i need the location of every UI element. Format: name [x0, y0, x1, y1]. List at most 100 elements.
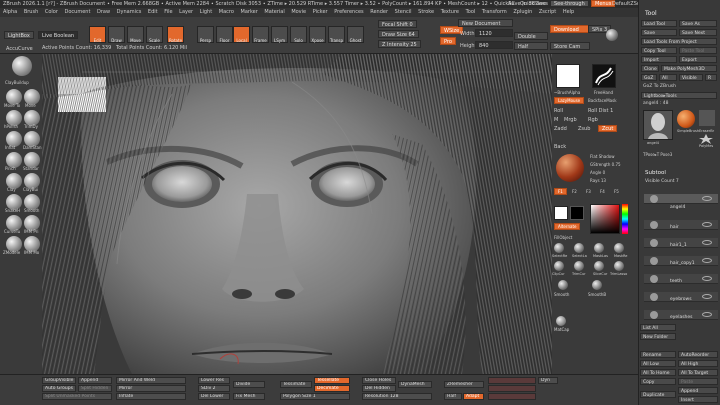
sculpt-face-render[interactable] [42, 54, 552, 374]
menu-transform[interactable]: Transform [482, 8, 507, 17]
make-polymesh-button[interactable]: Make PolyMesh3D [661, 65, 717, 72]
trimlasso-icon[interactable] [614, 261, 624, 271]
eye-icon[interactable] [702, 222, 712, 227]
current-tool-slider[interactable]: angel4 : 48 [643, 101, 668, 106]
menu-document[interactable]: Document [65, 8, 91, 17]
smoothb-icon[interactable] [592, 280, 602, 290]
copy-subtool-button[interactable]: Copy [640, 378, 676, 385]
autoreorder-button[interactable]: AutoReorder [678, 351, 718, 358]
move-mode-button[interactable]: Move [127, 26, 144, 43]
current-brush-icon[interactable] [12, 56, 32, 76]
back-toggle[interactable]: Back [554, 144, 566, 150]
frame-button[interactable]: Frame [252, 26, 269, 43]
subtool-row[interactable]: hair1_1 [644, 238, 718, 248]
menu-movie[interactable]: Movie [291, 8, 306, 17]
save-button[interactable]: Save [641, 29, 677, 36]
export-button[interactable]: Export [679, 56, 717, 63]
menu-texture[interactable]: Texture [441, 8, 459, 17]
simplebrush-thumbnail[interactable] [677, 110, 695, 128]
scale-mode-button[interactable]: Scale [146, 26, 163, 43]
zremesher-curve-slider[interactable] [488, 393, 536, 400]
angle-slider[interactable]: Angle 0 [590, 170, 605, 175]
mirror-and-weld-button[interactable]: Mirror And Weld [116, 377, 186, 384]
clone-button[interactable]: Clone [641, 65, 659, 72]
subtool-row[interactable]: teeth [644, 274, 718, 284]
menu-brush[interactable]: Brush [24, 8, 38, 17]
eraser-thumbnail[interactable] [699, 110, 715, 126]
pro-button[interactable]: Pro [440, 37, 456, 45]
menu-marker[interactable]: Marker [241, 8, 258, 17]
store-cam-button[interactable]: Store Cam [550, 42, 590, 50]
menu-stroke[interactable]: Stroke [418, 8, 434, 17]
rename-button[interactable]: Rename [640, 351, 676, 358]
f2-button[interactable]: F2 [572, 189, 577, 194]
rays-slider[interactable]: Rays 13 [590, 178, 606, 183]
eye-icon[interactable] [702, 312, 712, 317]
goz-r-button[interactable]: R [705, 74, 717, 81]
tessimate-button[interactable]: Tessimate [280, 381, 312, 388]
fix-mesh-button[interactable]: Fix Mesh [233, 393, 265, 400]
width-input[interactable]: 1120 [475, 29, 513, 37]
stroke-thumbnail[interactable] [592, 64, 616, 88]
goz-all-button[interactable]: All [659, 74, 677, 81]
all-to-target-button[interactable]: All To Target [678, 369, 718, 376]
zadd-toggle[interactable]: Zadd [554, 126, 567, 132]
local-button[interactable]: Local [233, 26, 250, 43]
half-button[interactable]: Half [514, 42, 548, 50]
import-button[interactable]: Import [641, 56, 677, 63]
split-hidden-button[interactable]: Split Hidden [78, 385, 112, 392]
live-boolean-button[interactable]: Live Boolean [38, 31, 79, 39]
current-tool-thumbnail[interactable] [643, 110, 673, 140]
polymesh-star-icon[interactable] [699, 134, 713, 144]
slicecurve-icon[interactable] [594, 261, 604, 271]
paste-tool-button[interactable]: Paste Tool [679, 47, 717, 54]
lower-res-button[interactable]: Lower Res [198, 377, 230, 384]
del-hidden-button[interactable]: Del Hidden [362, 385, 396, 392]
color-picker[interactable] [590, 204, 620, 234]
menu-preferences[interactable]: Preferences [334, 8, 363, 17]
insert-subtool-button[interactable]: Insert [678, 396, 718, 403]
groupvisible-button[interactable]: GroupVisible [42, 377, 76, 384]
close-holes-button[interactable]: Close Holes [362, 377, 396, 384]
material-sphere-icon[interactable] [556, 154, 584, 182]
secondary-color-swatch[interactable] [570, 206, 584, 220]
xpose-button[interactable]: Xpose [309, 26, 326, 43]
subtool-row[interactable]: hair [644, 220, 718, 230]
eye-icon[interactable] [702, 196, 712, 201]
m-toggle[interactable]: M [554, 117, 558, 123]
rotate-mode-button[interactable]: Rotate [167, 26, 184, 43]
subtool-row[interactable]: angel4 [644, 194, 718, 210]
zremesher-adaptive-slider[interactable] [488, 385, 536, 392]
lsym-button[interactable]: LSym [271, 26, 288, 43]
menu-render[interactable]: Render [370, 8, 388, 17]
selectlasso-icon[interactable] [574, 243, 584, 253]
new-folder-button[interactable]: New Folder [640, 333, 676, 340]
maskrect-icon[interactable] [614, 243, 624, 253]
eye-icon[interactable] [702, 240, 712, 245]
see-through-slider[interactable]: See-through [550, 0, 589, 7]
smooth-icon[interactable] [558, 280, 568, 290]
subtool-title[interactable]: Subtool [645, 170, 666, 176]
copy-tool-button[interactable]: Copy Tool [641, 47, 677, 54]
dyn-button[interactable]: Dyn [538, 377, 558, 384]
subtool-row[interactable]: eyebrows [644, 292, 718, 302]
draw-mode-button[interactable]: Draw [108, 26, 125, 43]
menu-color[interactable]: Color [45, 8, 58, 17]
roll-toggle[interactable]: Roll [554, 108, 563, 114]
append-button[interactable]: Append [78, 377, 112, 384]
decimate-button[interactable]: Decimate [314, 385, 350, 392]
save-next-button[interactable]: Save Next [679, 29, 717, 36]
ac-label[interactable]: AC [508, 1, 515, 7]
eye-icon[interactable] [702, 258, 712, 263]
menu-file[interactable]: File [164, 8, 172, 17]
adapt-button[interactable]: Adapt [463, 393, 484, 400]
main-color-swatch[interactable] [554, 206, 568, 220]
solo-button[interactable]: Solo [290, 26, 307, 43]
menu-draw[interactable]: Draw [97, 8, 110, 17]
append-subtool-button[interactable]: Append [678, 387, 718, 394]
menu-alpha[interactable]: Alpha [3, 8, 17, 17]
menu-macro[interactable]: Macro [219, 8, 234, 17]
del-lower-button[interactable]: Del Lower [198, 393, 230, 400]
visible-count-slider[interactable]: Visible Count 7 [645, 179, 679, 184]
zremesher-target-slider[interactable] [488, 377, 536, 384]
